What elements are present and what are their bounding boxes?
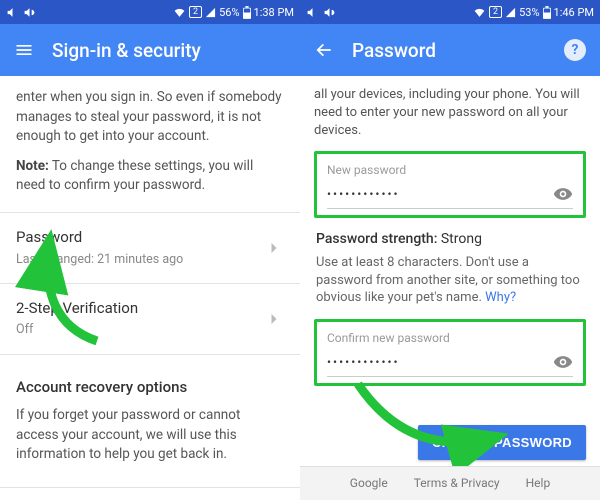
appbar-title: Sign-in & security xyxy=(52,39,286,62)
why-link[interactable]: Why? xyxy=(485,290,516,305)
volume-icon xyxy=(323,6,336,19)
screen-signin-security: 2 56% 1:38 PM Sign-in & security enter w… xyxy=(0,0,300,500)
back-arrow-icon[interactable] xyxy=(314,40,334,60)
wifi-icon xyxy=(173,6,186,19)
recovery-text: If you forget your password or cannot ac… xyxy=(16,406,284,465)
battery-icon xyxy=(543,6,551,19)
footer-terms[interactable]: Terms & Privacy xyxy=(414,475,500,492)
eye-icon[interactable] xyxy=(553,184,573,204)
row-2step-title: 2-Step Verification xyxy=(16,298,264,320)
sound-icon xyxy=(6,6,19,19)
app-bar: Password ? xyxy=(300,24,600,76)
eye-icon[interactable] xyxy=(553,352,573,372)
sim-badge: 2 xyxy=(189,6,202,18)
status-bar: 2 56% 1:38 PM xyxy=(0,0,300,24)
row-password-sub: Last changed: 21 minutes ago xyxy=(16,251,264,269)
footer-help[interactable]: Help xyxy=(526,475,551,492)
recovery-heading: Account recovery options xyxy=(16,377,284,399)
volume-icon xyxy=(23,6,36,19)
row-2step[interactable]: 2-Step Verification Off xyxy=(0,284,300,355)
signal-icon xyxy=(505,7,516,18)
field-label: New password xyxy=(327,162,573,179)
battery-text: 56% xyxy=(219,6,239,19)
status-bar: 2 53% 1:46 PM xyxy=(300,0,600,24)
intro-text: enter when you sign in. So even if someb… xyxy=(16,88,284,147)
clock-text: 1:38 PM xyxy=(254,6,294,19)
advice-text: Use at least 8 characters. Don't use a p… xyxy=(316,254,584,307)
field-label: Confirm new password xyxy=(327,330,573,347)
change-password-button[interactable]: CHANGE PASSWORD xyxy=(418,425,586,460)
battery-text: 53% xyxy=(519,6,539,19)
row-recovery-email[interactable]: Recovery email xyxy=(0,487,300,500)
battery-icon xyxy=(243,6,251,19)
row-password-title: Password xyxy=(16,227,264,249)
appbar-title: Password xyxy=(352,39,546,62)
strength-line: Password strength: Strong xyxy=(316,230,584,250)
app-bar: Sign-in & security xyxy=(0,24,300,76)
wifi-icon xyxy=(473,6,486,19)
sim-badge: 2 xyxy=(489,6,502,18)
content-area: all your devices, including your phone. … xyxy=(300,76,600,500)
footer-google[interactable]: Google xyxy=(350,475,388,492)
sound-icon xyxy=(306,6,319,19)
clock-text: 1:46 PM xyxy=(554,6,594,19)
intro-text: all your devices, including your phone. … xyxy=(314,86,586,141)
new-password-field[interactable]: New password •••••••••••• xyxy=(314,151,586,219)
row-password[interactable]: Password Last changed: 21 minutes ago xyxy=(0,213,300,284)
chevron-right-icon xyxy=(264,309,284,329)
password-value: •••••••••••• xyxy=(327,186,400,203)
signal-icon xyxy=(205,7,216,18)
content-area: enter when you sign in. So even if someb… xyxy=(0,76,300,500)
hamburger-icon[interactable] xyxy=(14,40,34,60)
row-2step-sub: Off xyxy=(16,321,264,339)
confirm-password-field[interactable]: Confirm new password •••••••••••• xyxy=(314,319,586,387)
password-value: •••••••••••• xyxy=(327,354,400,371)
help-icon[interactable]: ? xyxy=(564,39,586,61)
chevron-right-icon xyxy=(264,238,284,258)
screen-password: 2 53% 1:46 PM Password ? all your device… xyxy=(300,0,600,500)
note-text: Note: To change these settings, you will… xyxy=(16,157,284,196)
footer: Google Terms & Privacy Help xyxy=(300,466,600,500)
